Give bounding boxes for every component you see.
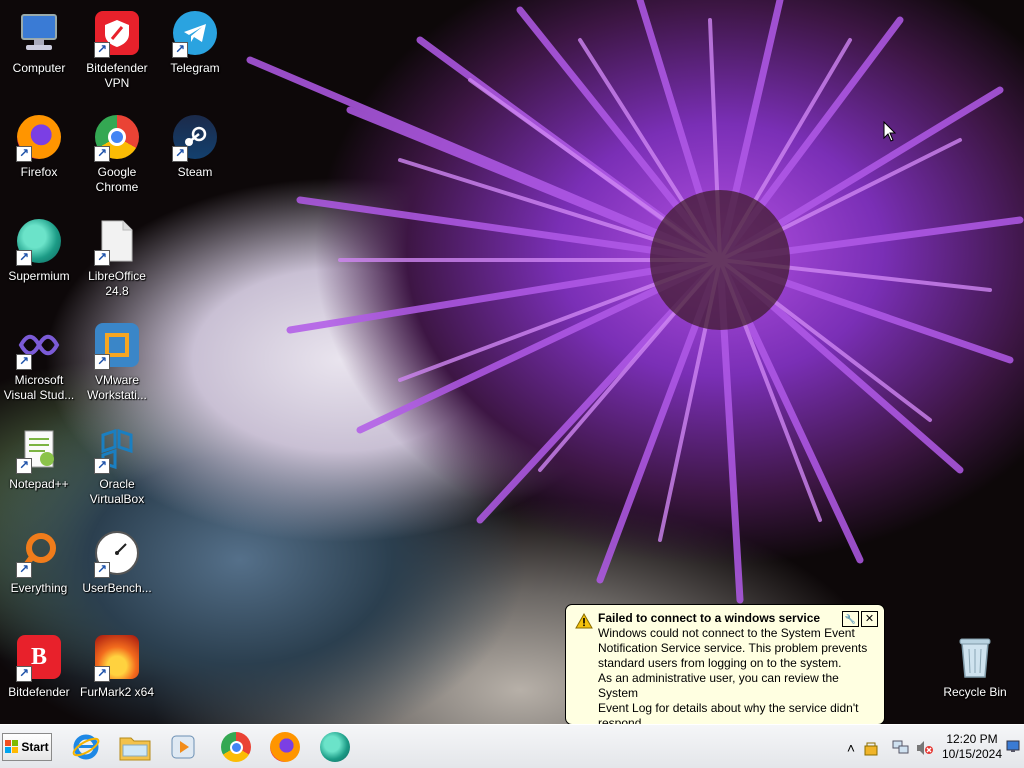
start-label: Start xyxy=(21,740,49,754)
file-explorer-icon xyxy=(119,737,151,761)
supermium-icon: ↗ xyxy=(14,216,64,266)
notification-balloon[interactable]: Failed to connect to a windows service W… xyxy=(565,604,885,740)
close-icon: ✕ xyxy=(864,613,875,625)
volume-muted-icon xyxy=(917,741,933,755)
network-icon xyxy=(892,740,909,754)
tray-action-center[interactable] xyxy=(862,739,880,757)
chrome-icon: ↗ xyxy=(92,112,142,162)
desktop-icon-libreoffice[interactable]: ↗ LibreOffice 24.8 xyxy=(78,210,156,310)
computer-icon xyxy=(14,8,64,58)
clock-date: 10/15/2024 xyxy=(941,747,1003,761)
desktop-icon-visual-studio[interactable]: ↗ Microsoft Visual Stud... xyxy=(0,314,78,414)
taskbar-media-player[interactable] xyxy=(167,731,199,763)
shortcut-arrow-icon: ↗ xyxy=(172,42,188,58)
vmware-icon: ↗ xyxy=(92,320,142,370)
chevron-up-icon: ˄ xyxy=(846,740,856,756)
shortcut-arrow-icon: ↗ xyxy=(94,146,110,162)
userbenchmark-icon: ↗ xyxy=(92,528,142,578)
bitdefender-vpn-icon: ↗ xyxy=(92,8,142,58)
start-button[interactable]: Start xyxy=(2,733,52,761)
everything-icon: ↗ xyxy=(14,528,64,578)
notification-line: Windows could not connect to the System … xyxy=(598,626,855,640)
desktop-icon-bitdefender[interactable]: B ↗ Bitdefender xyxy=(0,626,78,726)
virtualbox-icon: ↗ xyxy=(92,424,142,474)
mouse-cursor-icon xyxy=(883,121,897,142)
telegram-icon: ↗ xyxy=(170,8,220,58)
visual-studio-icon: ↗ xyxy=(14,320,64,370)
shortcut-arrow-icon: ↗ xyxy=(172,146,188,162)
tray-network[interactable] xyxy=(892,739,910,757)
shortcut-arrow-icon: ↗ xyxy=(16,666,32,682)
taskbar-firefox[interactable] xyxy=(269,731,301,763)
shortcut-arrow-icon: ↗ xyxy=(94,42,110,58)
firefox-icon xyxy=(270,732,300,762)
shortcut-arrow-icon: ↗ xyxy=(94,562,110,578)
taskbar-file-explorer[interactable] xyxy=(119,731,151,763)
shortcut-arrow-icon: ↗ xyxy=(16,146,32,162)
notification-line: standard users from logging on to the sy… xyxy=(598,656,842,670)
desktop-icon-bitdefender-vpn[interactable]: ↗ Bitdefender VPN xyxy=(78,2,156,102)
desktop-icon-everything[interactable]: ↗ Everything xyxy=(0,522,78,622)
shortcut-arrow-icon: ↗ xyxy=(16,458,32,474)
desktop-icon-firefox[interactable]: ↗ Firefox xyxy=(0,106,78,206)
desktop-icon-telegram[interactable]: ↗ Telegram xyxy=(156,2,234,102)
taskbar-supermium[interactable] xyxy=(319,731,351,763)
notification-line: Event Log for details about why the serv… xyxy=(598,701,859,715)
shortcut-arrow-icon: ↗ xyxy=(16,250,32,266)
wrench-icon: 🔧 xyxy=(844,614,857,624)
notification-body: Windows could not connect to the System … xyxy=(598,626,876,731)
internet-explorer-icon xyxy=(72,734,100,760)
media-player-icon xyxy=(171,735,195,759)
notepadpp-icon: ↗ xyxy=(14,424,64,474)
desktop-icon-recycle-bin[interactable]: Recycle Bin xyxy=(936,626,1014,726)
shortcut-arrow-icon: ↗ xyxy=(16,562,32,578)
notification-line: As an administrative user, you can revie… xyxy=(598,671,839,700)
desktop-icon-steam[interactable]: ↗ Steam xyxy=(156,106,234,206)
libreoffice-icon: ↗ xyxy=(92,216,142,266)
notification-options-button[interactable]: 🔧 xyxy=(842,611,859,627)
recycle-bin-icon xyxy=(950,632,1000,682)
taskbar-chrome[interactable] xyxy=(220,731,252,763)
desktop-icon-vmware[interactable]: ↗ VMware Workstati... xyxy=(78,314,156,414)
taskbar-clock[interactable]: 12:20 PM 10/15/2024 xyxy=(940,732,1004,762)
desktop-icon-google-chrome[interactable]: ↗ Google Chrome xyxy=(78,106,156,206)
windows-logo-icon xyxy=(5,740,19,753)
shortcut-arrow-icon: ↗ xyxy=(94,458,110,474)
shortcut-arrow-icon: ↗ xyxy=(16,354,32,370)
notification-close-button[interactable]: ✕ xyxy=(861,611,878,627)
taskbar: Start ˄ 12:20 PM 10/15/2024 xyxy=(0,724,1024,768)
notification-title: Failed to connect to a windows service xyxy=(598,611,821,625)
desktop-icon-userbenchmark[interactable]: ↗ UserBench... xyxy=(78,522,156,622)
steam-icon: ↗ xyxy=(170,112,220,162)
desktop-icon-virtualbox[interactable]: ↗ Oracle VirtualBox xyxy=(78,418,156,518)
desktop-icon-supermium[interactable]: ↗ Supermium xyxy=(0,210,78,310)
firefox-icon: ↗ xyxy=(14,112,64,162)
taskbar-internet-explorer[interactable] xyxy=(70,731,102,763)
desktop-icon-notepadpp[interactable]: ↗ Notepad++ xyxy=(0,418,78,518)
bitdefender-icon: B ↗ xyxy=(14,632,64,682)
show-desktop-icon[interactable] xyxy=(1006,739,1020,753)
furmark-icon: ↗ xyxy=(92,632,142,682)
notification-line: Notification Service service. This probl… xyxy=(598,641,868,655)
tray-volume[interactable] xyxy=(916,739,934,757)
shortcut-arrow-icon: ↗ xyxy=(94,354,110,370)
desktop-icon-computer[interactable]: Computer xyxy=(0,2,78,102)
shortcut-arrow-icon: ↗ xyxy=(94,666,110,682)
warning-icon xyxy=(575,613,593,629)
shortcut-arrow-icon: ↗ xyxy=(94,250,110,266)
supermium-icon xyxy=(320,732,350,762)
tray-expand-button[interactable]: ˄ xyxy=(842,739,860,757)
action-center-flag-icon xyxy=(864,742,878,756)
clock-time: 12:20 PM xyxy=(946,732,998,746)
chrome-icon xyxy=(221,732,251,762)
desktop-icon-furmark[interactable]: ↗ FurMark2 x64 xyxy=(78,626,156,726)
